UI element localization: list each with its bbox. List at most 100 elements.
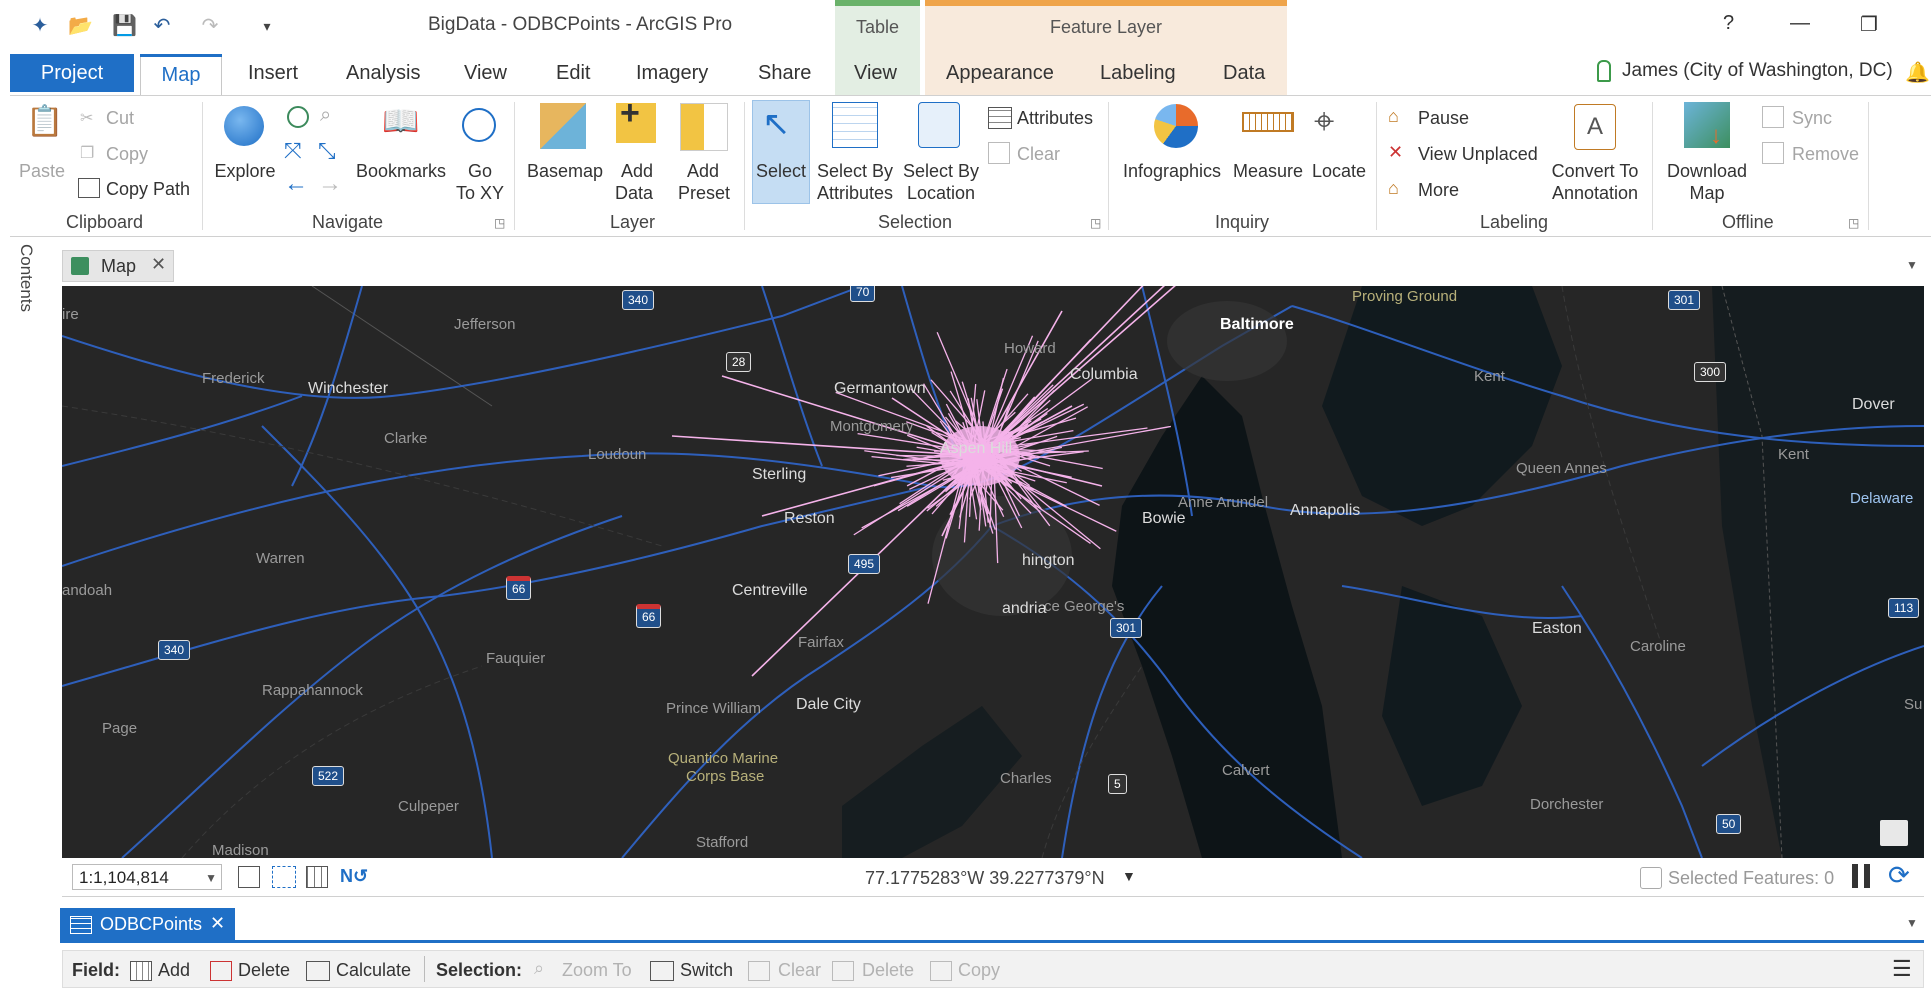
attribute-table-close-icon[interactable]: ✕: [210, 913, 225, 934]
notifications-bell-icon[interactable]: 🔔: [1905, 60, 1930, 85]
tab-map[interactable]: Map: [140, 54, 222, 96]
switch-selection-icon: [650, 961, 674, 981]
tab-appearance[interactable]: Appearance: [946, 62, 1054, 85]
calculate-field-button[interactable]: Calculate: [336, 960, 411, 981]
go-to-xy-button-line1[interactable]: Go: [462, 160, 498, 182]
cut-button[interactable]: Cut: [106, 107, 134, 129]
add-data-button-line1[interactable]: Add: [614, 160, 660, 182]
copy-button[interactable]: Copy: [106, 143, 148, 165]
more-labeling-icon: ⌂: [1388, 178, 1399, 198]
convert-to-annotation-line1[interactable]: Convert To: [1546, 160, 1644, 182]
bookmarks-button[interactable]: Bookmarks: [352, 160, 450, 182]
previous-extent-icon[interactable]: ←: [284, 170, 308, 198]
pause-drawing-bar-1[interactable]: [1852, 864, 1858, 888]
table-overflow-chevron-icon[interactable]: ▼: [1906, 916, 1918, 930]
go-to-xy-button-line2[interactable]: To XY: [452, 182, 508, 204]
map-overview-toggle-icon[interactable]: [1880, 820, 1908, 846]
map-tab-close-icon[interactable]: ✕: [151, 254, 166, 275]
full-extent-icon[interactable]: [287, 106, 309, 128]
add-preset-button-line2[interactable]: Preset: [672, 182, 736, 204]
select-by-location-line2[interactable]: Location: [898, 182, 984, 204]
coordinate-format-chevron-icon[interactable]: ▼: [1122, 868, 1136, 884]
offline-launcher-icon[interactable]: ◳: [1848, 216, 1859, 230]
attribute-table-tab[interactable]: ODBCPoints ✕: [60, 908, 235, 940]
switch-selection-button[interactable]: Switch: [680, 960, 733, 981]
add-preset-button-line1[interactable]: Add: [680, 160, 726, 182]
measure-button[interactable]: Measure: [1230, 160, 1306, 182]
tab-edit[interactable]: Edit: [556, 62, 590, 85]
basemap-button[interactable]: Basemap: [524, 160, 606, 182]
minimize-button[interactable]: —: [1790, 12, 1810, 35]
map-label-warren: Warren: [256, 550, 305, 567]
route-shield-301-south: 301: [1110, 618, 1143, 638]
select-by-attributes-line2[interactable]: Attributes: [810, 182, 900, 204]
copy-selected-button[interactable]: Copy: [958, 960, 1000, 981]
feature-layer-context-title: Feature Layer: [1049, 17, 1163, 37]
view-overflow-chevron-icon[interactable]: ▼: [1906, 258, 1918, 272]
copy-path-button[interactable]: Copy Path: [106, 178, 190, 200]
infographics-icon: [1154, 104, 1198, 148]
undo-icon[interactable]: ↶: [150, 14, 174, 38]
navigate-launcher-icon[interactable]: ◳: [494, 216, 505, 230]
select-by-attributes-line1[interactable]: Select By: [812, 160, 898, 182]
map-view[interactable]: Proving Ground Baltimore Jefferson Howar…: [62, 286, 1924, 858]
add-data-button-line2[interactable]: Data: [606, 182, 662, 204]
rotation-icon[interactable]: N↺: [340, 866, 368, 887]
zoom-selected-icon[interactable]: ⌕: [320, 104, 331, 127]
remove-button[interactable]: Remove: [1792, 143, 1859, 165]
tab-labeling[interactable]: Labeling: [1100, 62, 1176, 85]
tab-analysis[interactable]: Analysis: [346, 62, 420, 85]
save-project-icon[interactable]: 💾: [112, 14, 137, 38]
user-menu[interactable]: James (City of Washington, DC): [1622, 60, 1893, 82]
map-label-centreville: Centreville: [732, 582, 808, 599]
refresh-icon[interactable]: ⟳: [1888, 860, 1910, 891]
restore-button[interactable]: ❐: [1860, 12, 1878, 37]
zoom-to-button[interactable]: Zoom To: [562, 960, 632, 981]
paste-button[interactable]: Paste: [16, 160, 68, 182]
redo-icon[interactable]: ↷: [198, 14, 222, 38]
locate-button[interactable]: Locate: [1310, 160, 1368, 182]
sync-button[interactable]: Sync: [1792, 107, 1832, 129]
tab-view[interactable]: View: [464, 62, 507, 85]
selected-features-count[interactable]: Selected Features: 0: [1668, 868, 1834, 889]
delete-selected-button[interactable]: Delete: [862, 960, 914, 981]
map-label-proving-ground: Proving Ground: [1352, 288, 1458, 305]
customize-toolbar-icon[interactable]: ▾: [255, 14, 279, 38]
download-map-line2[interactable]: Map: [1672, 182, 1742, 204]
pause-labeling-button[interactable]: Pause: [1418, 107, 1469, 129]
delete-field-button[interactable]: Delete: [238, 960, 290, 981]
attributes-button[interactable]: Attributes: [1017, 107, 1093, 129]
map-view-tab[interactable]: Map ✕: [62, 250, 174, 282]
convert-to-annotation-line2[interactable]: Annotation: [1546, 182, 1644, 204]
open-project-icon[interactable]: 📂: [68, 14, 93, 38]
route-shield-340-south: 340: [158, 640, 191, 660]
clear-selection-button[interactable]: Clear: [1017, 143, 1060, 165]
infographics-button[interactable]: Infographics: [1120, 160, 1224, 182]
view-unplaced-button[interactable]: View Unplaced: [1418, 143, 1538, 165]
pause-drawing-icon[interactable]: [1864, 864, 1870, 888]
tab-imagery[interactable]: Imagery: [636, 62, 708, 85]
next-extent-icon[interactable]: →: [318, 170, 342, 198]
tab-data[interactable]: Data: [1223, 62, 1265, 85]
new-project-icon[interactable]: ✦: [28, 14, 52, 38]
tab-project[interactable]: Project: [10, 54, 134, 92]
help-button[interactable]: ?: [1723, 12, 1734, 35]
tab-share[interactable]: Share: [758, 62, 811, 85]
clear-selection-table-button[interactable]: Clear: [778, 960, 821, 981]
fixed-zoom-in-icon[interactable]: ⤧: [284, 138, 302, 164]
snapping-icon[interactable]: [272, 866, 296, 888]
tab-table-view[interactable]: View: [854, 62, 897, 85]
add-field-button[interactable]: Add: [158, 960, 190, 981]
more-labeling-button[interactable]: More: [1418, 179, 1459, 201]
contents-pane-tab[interactable]: Contents: [14, 242, 40, 332]
fixed-zoom-out-icon[interactable]: ⤡: [318, 138, 336, 164]
select-by-location-line1[interactable]: Select By: [898, 160, 984, 182]
grid-icon[interactable]: [306, 866, 328, 888]
table-options-menu-icon[interactable]: ☰: [1892, 956, 1912, 982]
tab-insert[interactable]: Insert: [248, 62, 298, 85]
fixed-scale-icon[interactable]: [238, 866, 260, 888]
download-map-line1[interactable]: Download: [1662, 160, 1752, 182]
explore-button[interactable]: Explore: [210, 160, 280, 182]
map-scale-dropdown[interactable]: 1:1,104,814 ▼: [72, 864, 222, 890]
selection-launcher-icon[interactable]: ◳: [1090, 216, 1101, 230]
